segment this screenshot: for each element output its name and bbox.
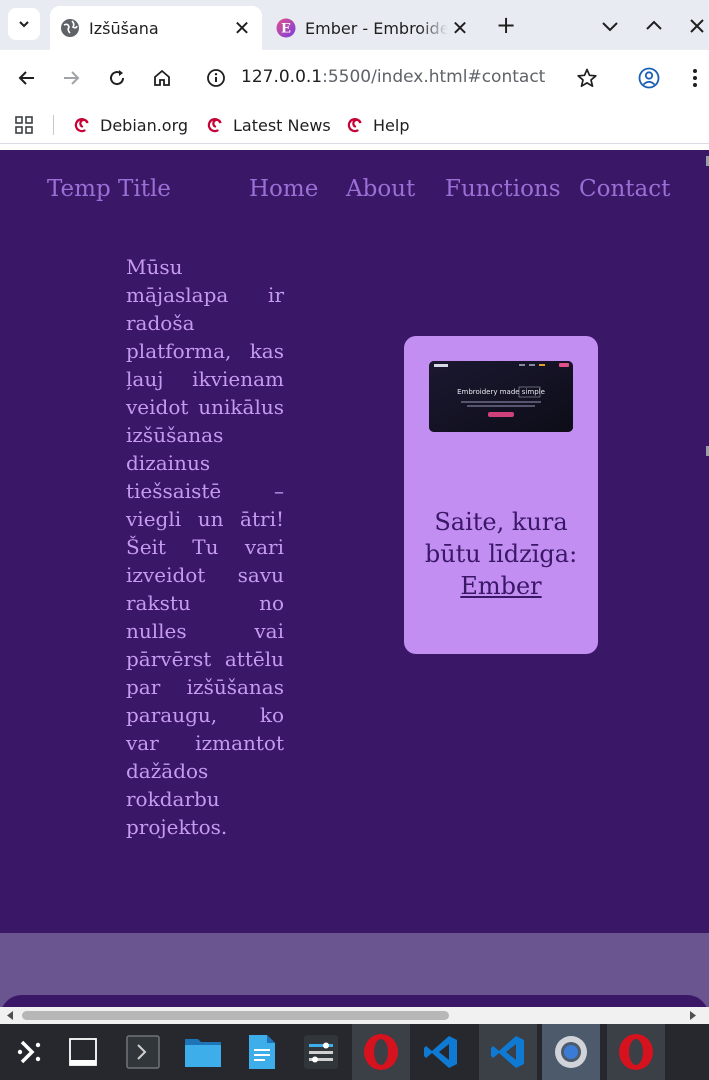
system-settings-button[interactable] [292,1024,350,1080]
bookmarks-bar: Debian.org Latest News Help [0,106,709,144]
text-editor-button[interactable] [233,1024,291,1080]
vscode-icon [424,1036,457,1068]
close-window-button[interactable] [683,12,709,40]
tab-search-button[interactable] [8,8,40,40]
site-brand[interactable]: Temp Title [47,176,171,202]
horizontal-scrollbar[interactable] [0,1007,709,1024]
bookmark-label: Help [373,115,410,135]
close-icon [690,19,704,33]
vscode-taskbar-button[interactable] [412,1024,470,1080]
bookmark-star-button[interactable] [573,64,601,92]
bookmark-label: Debian.org [100,115,189,135]
reload-button[interactable] [103,64,131,92]
chevron-down-icon [19,21,29,28]
horizontal-scrollbar-thumb[interactable] [22,1011,449,1020]
preview-heading: Embroidery made simple [457,388,545,396]
footer-curve [0,995,709,1007]
menu-button[interactable] [681,64,709,92]
tab-title: Ember - Embroidery [305,18,448,38]
show-desktop-button[interactable] [54,1024,112,1080]
tab-ember[interactable]: E Ember - Embroidery ✕ [266,6,480,50]
nav-link-home[interactable]: Home [249,176,318,202]
reference-card: Embroidery made simple Saite, kura būtu … [404,336,598,654]
kebab-menu-icon [693,69,697,87]
svg-text:E: E [281,22,291,37]
chrome-icon [555,1036,587,1068]
star-icon [577,68,597,88]
new-tab-button[interactable]: + [492,12,520,40]
taskbar [0,1024,709,1080]
profile-button[interactable] [635,64,663,92]
forward-button[interactable] [57,64,85,92]
globe-icon [61,19,79,37]
site-navbar: Temp Title Home About Functions Contact [0,150,709,230]
site-info-icon[interactable] [206,68,226,88]
nav-link-contact[interactable]: Contact [579,176,670,202]
address-bar[interactable]: 127.0.0.1:5500/index.html#contact [192,58,612,98]
bookmarks-separator [53,115,54,135]
tab-strip: Izšūšana ✕ E Ember - Embroidery ✕ + [0,0,709,50]
opera-icon [619,1034,653,1070]
chevron-up-icon [646,20,662,30]
card-caption-text: Saite, kura būtu līdzīga: [424,508,578,568]
back-button[interactable] [13,64,41,92]
profile-icon [638,67,660,89]
terminal-button[interactable] [114,1024,172,1080]
vscode-icon [491,1036,524,1068]
ember-site-screenshot: Embroidery made simple [429,361,573,432]
bookmark-label: Latest News [233,115,331,135]
debian-swirl-icon [74,118,89,133]
tab-title: Izšūšana [89,18,159,38]
reload-icon [110,70,125,86]
home-button[interactable] [148,64,176,92]
file-manager-icon [185,1039,221,1067]
url-path: :5500/index.html#contact [322,67,546,87]
bookmark-debian[interactable]: Debian.org [72,114,188,136]
home-icon [154,69,170,86]
intro-paragraph: Mūsu mājaslapa ir radoša platforma, kas … [126,255,284,839]
ember-preview-image: Embroidery made simple [429,361,573,432]
text-editor-icon [249,1035,275,1069]
file-manager-button[interactable] [174,1024,232,1080]
scroll-right-icon[interactable] [688,1010,698,1021]
nav-link-about[interactable]: About [346,176,415,202]
vscode-taskbar-button[interactable] [479,1024,537,1080]
opera-taskbar-button[interactable] [607,1024,665,1080]
opera-icon [364,1034,398,1070]
app-launcher-button[interactable] [0,1024,58,1080]
chevron-down-icon [602,22,618,32]
tab-list-button[interactable] [596,12,624,40]
app-launcher-icon [17,1040,41,1064]
maximize-button[interactable] [640,12,668,40]
scroll-left-icon[interactable] [5,1010,15,1021]
page-viewport: Temp Title Home About Functions Contact … [0,150,709,1007]
ember-e-icon: E [276,18,296,38]
tab-izsusana[interactable]: Izšūšana ✕ [50,6,262,50]
system-settings-icon [304,1035,338,1069]
close-tab-icon[interactable]: ✕ [448,16,472,40]
opera-taskbar-button[interactable] [352,1024,410,1080]
close-tab-icon[interactable]: ✕ [230,16,254,40]
url-host: 127.0.0.1 [241,67,323,87]
debian-swirl-icon [347,118,362,133]
arrow-left-icon [18,71,34,85]
card-caption: Saite, kura būtu līdzīga: Ember [404,506,598,602]
url-text[interactable]: 127.0.0.1:5500/index.html#contact [241,67,545,87]
apps-grid-icon[interactable] [15,116,33,134]
nav-link-functions[interactable]: Functions [445,176,561,202]
bookmark-latest-news[interactable]: Latest News [205,114,331,136]
browser-toolbar: 127.0.0.1:5500/index.html#contact [0,50,709,106]
show-desktop-icon [69,1038,97,1066]
arrow-right-icon [64,71,80,85]
terminal-icon [126,1035,160,1069]
debian-swirl-icon [207,118,222,133]
ember-link[interactable]: Ember [460,572,541,600]
bookmark-help[interactable]: Help [345,114,409,136]
chrome-taskbar-button[interactable] [542,1024,600,1080]
